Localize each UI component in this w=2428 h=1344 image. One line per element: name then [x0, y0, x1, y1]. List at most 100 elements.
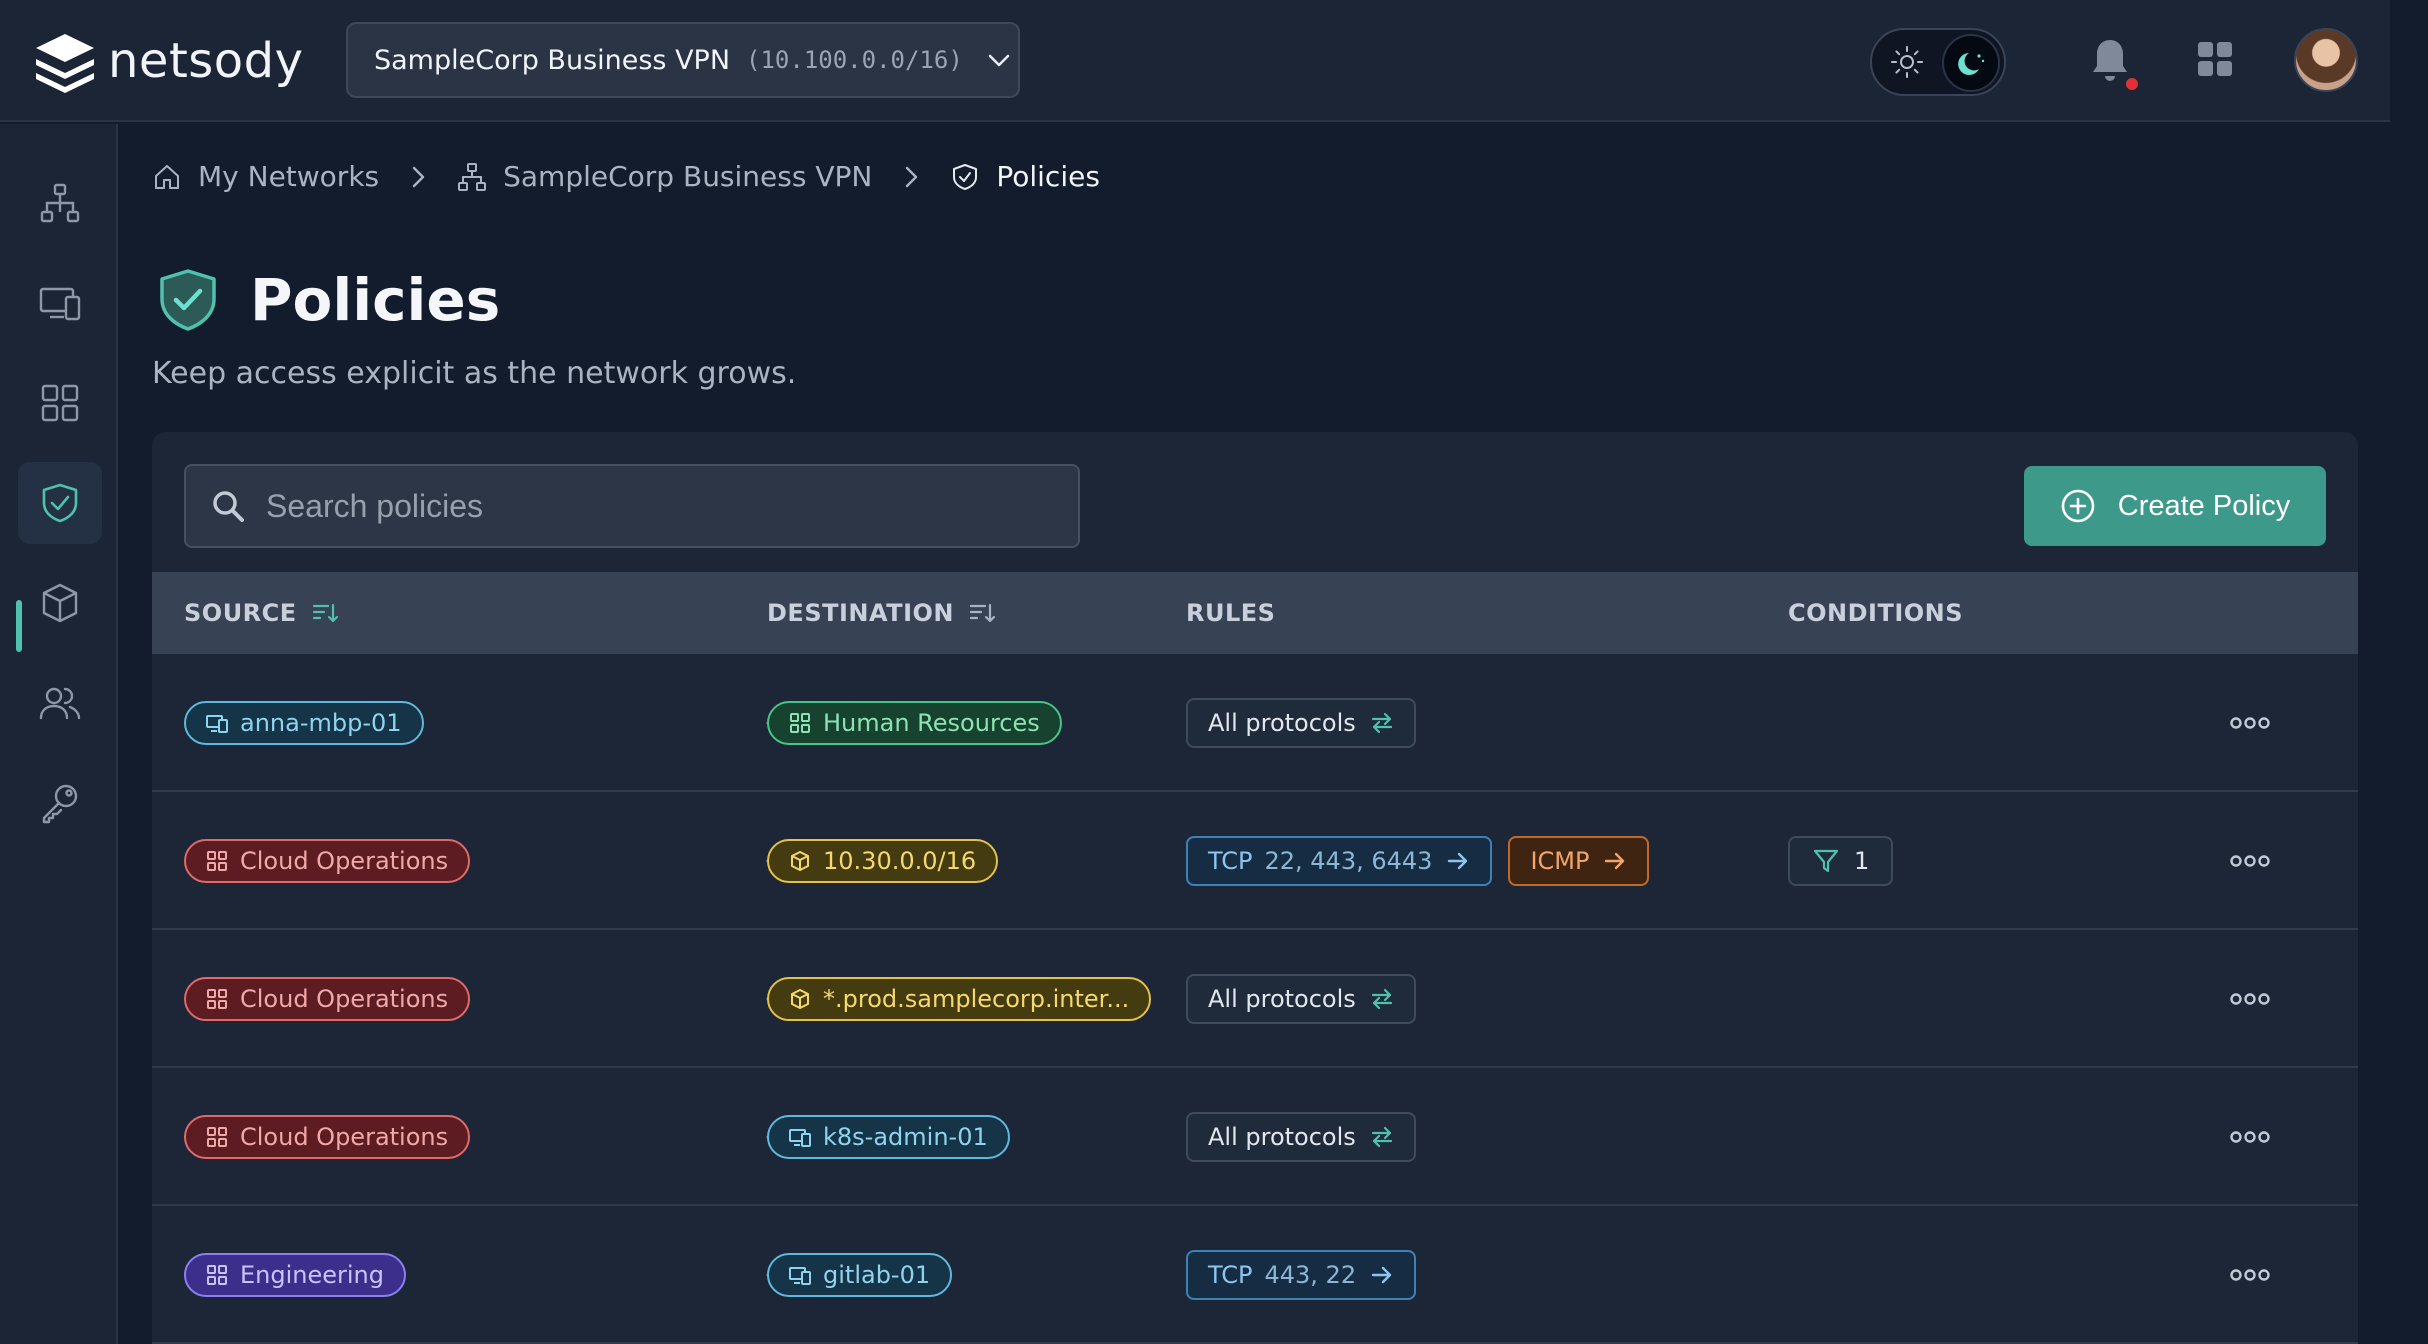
column-source[interactable]: SOURCE — [184, 572, 339, 654]
source-pill[interactable]: Cloud Operations — [184, 977, 471, 1021]
shield-check-icon — [42, 483, 78, 523]
sun-icon — [1891, 46, 1923, 78]
user-avatar[interactable] — [2294, 28, 2358, 92]
column-label: CONDITIONS — [1788, 599, 1964, 627]
row-actions[interactable] — [2230, 792, 2270, 930]
top-bar: netsody SampleCorp Business VPN (10.100.… — [0, 0, 2390, 122]
destination-label: 10.30.0.0/16 — [823, 847, 977, 875]
rule-badge[interactable]: TCP 443, 22 — [1186, 1250, 1417, 1300]
rule-badge[interactable]: All protocols — [1186, 974, 1416, 1024]
column-label: SOURCE — [184, 599, 297, 627]
source-label: Engineering — [240, 1261, 384, 1289]
conditions-count: 1 — [1854, 847, 1870, 875]
row-actions[interactable] — [2230, 654, 2270, 792]
rules-cell: TCP 22, 443, 6443 ICMP — [1186, 792, 1665, 930]
theme-toggle[interactable] — [1870, 28, 2006, 96]
source-pill[interactable]: anna-mbp-01 — [184, 701, 424, 745]
destination-pill[interactable]: k8s-admin-01 — [767, 1115, 1010, 1159]
logo-icon — [36, 34, 94, 93]
rule-label: All protocols — [1208, 985, 1356, 1013]
sort-icon[interactable] — [311, 599, 339, 627]
key-icon — [42, 784, 78, 824]
source-pill[interactable]: Engineering — [184, 1253, 406, 1297]
destination-pill[interactable]: 10.30.0.0/16 — [767, 839, 999, 883]
bell-icon[interactable] — [2088, 36, 2132, 84]
destination-cell: k8s-admin-01 — [767, 1068, 1010, 1206]
network-selector-name: SampleCorp Business VPN — [374, 44, 731, 76]
conditions-cell: 1 — [1788, 792, 1894, 930]
device-icon — [206, 715, 228, 733]
source-label: anna-mbp-01 — [240, 709, 402, 737]
table-row[interactable]: Cloud Operations 10.30.0.0/16 TCP 22, 44… — [152, 792, 2358, 930]
shield-check-icon — [953, 163, 978, 190]
destination-pill[interactable]: gitlab-01 — [767, 1253, 953, 1297]
rules-cell: All protocols — [1186, 1068, 1432, 1206]
breadcrumb-network[interactable]: SampleCorp Business VPN — [457, 160, 872, 193]
destination-label: Human Resources — [823, 709, 1040, 737]
breadcrumb: My Networks SampleCorp Business VPN Poli… — [152, 160, 1100, 193]
destination-cell: 10.30.0.0/16 — [767, 792, 999, 930]
sort-icon[interactable] — [968, 599, 996, 627]
row-actions[interactable] — [2230, 1206, 2270, 1344]
group-icon — [207, 851, 227, 871]
network-selector[interactable]: SampleCorp Business VPN (10.100.0.0/16) — [346, 22, 1020, 98]
breadcrumb-label: SampleCorp Business VPN — [503, 160, 873, 193]
policies-card: Create Policy SOURCE DESTINATION RULES — [152, 432, 2358, 1344]
more-horizontal-icon[interactable] — [2230, 715, 2270, 731]
bidirectional-arrows-icon — [1371, 712, 1392, 734]
page-title: Policies — [250, 266, 501, 334]
rule-badge[interactable]: TCP 22, 443, 6443 — [1186, 836, 1493, 886]
apps-grid-icon[interactable] — [2196, 40, 2234, 78]
table-row[interactable]: anna-mbp-01 Human Resources All protocol… — [152, 654, 2358, 792]
source-pill[interactable]: Cloud Operations — [184, 839, 471, 883]
rules-cell: All protocols — [1186, 930, 1432, 1068]
destination-label: *.prod.samplecorp.inter... — [823, 985, 1130, 1013]
column-destination[interactable]: DESTINATION — [767, 572, 996, 654]
rule-badge[interactable]: All protocols — [1186, 698, 1416, 748]
destination-pill[interactable]: Human Resources — [767, 701, 1062, 745]
rule-label: All protocols — [1208, 709, 1356, 737]
breadcrumb-my-networks[interactable]: My Networks — [152, 160, 379, 193]
row-actions[interactable] — [2230, 930, 2270, 1068]
sidebar-item-policies[interactable] — [18, 462, 102, 544]
source-cell: Engineering — [184, 1206, 406, 1344]
source-label: Cloud Operations — [240, 1123, 449, 1151]
cube-icon — [42, 583, 78, 623]
more-horizontal-icon[interactable] — [2230, 1129, 2270, 1145]
conditions-badge[interactable]: 1 — [1788, 836, 1894, 886]
network-selector-cidr: (10.100.0.0/16) — [746, 46, 963, 74]
destination-cell: gitlab-01 — [767, 1206, 953, 1344]
search-input[interactable] — [266, 487, 1046, 525]
rule-badge[interactable]: ICMP — [1508, 836, 1650, 886]
source-cell: anna-mbp-01 — [184, 654, 424, 792]
sidebar-item-resources[interactable] — [18, 562, 102, 644]
bidirectional-arrows-icon — [1371, 988, 1392, 1010]
search-box[interactable] — [184, 464, 1080, 548]
sidebar-item-keys[interactable] — [18, 762, 102, 844]
row-actions[interactable] — [2230, 1068, 2270, 1206]
table-row[interactable]: Cloud Operations k8s-admin-01 All protoc… — [152, 1068, 2358, 1206]
destination-pill[interactable]: *.prod.samplecorp.inter... — [767, 977, 1152, 1021]
sidebar-item-groups[interactable] — [18, 362, 102, 444]
device-icon — [789, 1267, 811, 1285]
logo[interactable]: netsody — [30, 26, 304, 96]
cube-icon — [791, 851, 809, 871]
home-icon — [155, 164, 179, 189]
network-icon — [458, 162, 487, 191]
sidebar-item-devices[interactable] — [18, 262, 102, 344]
sidebar-item-users[interactable] — [18, 662, 102, 744]
source-label: Cloud Operations — [240, 847, 449, 875]
table-row[interactable]: Engineering gitlab-01 TCP 443, 22 — [152, 1206, 2358, 1344]
sidebar-item-networks[interactable] — [18, 162, 102, 244]
arrow-right-icon — [1605, 852, 1625, 870]
breadcrumb-policies: Policies — [950, 160, 1100, 193]
create-policy-button[interactable]: Create Policy — [2024, 466, 2326, 546]
more-horizontal-icon[interactable] — [2230, 1267, 2270, 1283]
more-horizontal-icon[interactable] — [2230, 853, 2270, 869]
notification-dot — [2124, 76, 2140, 92]
rule-badge[interactable]: All protocols — [1186, 1112, 1416, 1162]
more-horizontal-icon[interactable] — [2230, 991, 2270, 1007]
table-row[interactable]: Cloud Operations *.prod.samplecorp.inter… — [152, 930, 2358, 1068]
source-pill[interactable]: Cloud Operations — [184, 1115, 471, 1159]
breadcrumb-label: Policies — [996, 160, 1100, 193]
